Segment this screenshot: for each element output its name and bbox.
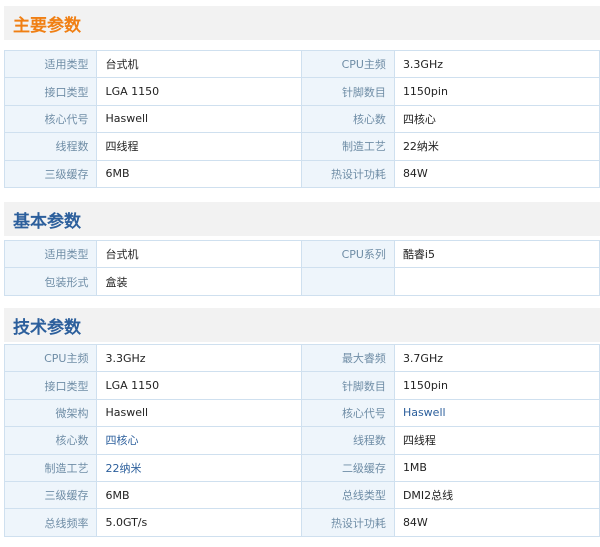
spec-value bbox=[393, 267, 600, 296]
table-row: 适用类型 台式机 CPU系列 酷睿i5 bbox=[3, 239, 600, 269]
spec-value-link[interactable]: 22纳米 bbox=[96, 453, 303, 482]
spec-label: 二级缓存 bbox=[301, 453, 395, 482]
table-row: 微架构 Haswell 核心代号 Haswell bbox=[3, 398, 600, 428]
spec-label: 三级缓存 bbox=[3, 159, 98, 188]
spec-label: 包装形式 bbox=[3, 267, 98, 296]
spec-table-basic: 适用类型 台式机 CPU系列 酷睿i5 包装形式 盒装 bbox=[3, 239, 600, 296]
spec-value: 84W bbox=[393, 159, 600, 188]
spec-value: 四核心 bbox=[393, 104, 600, 134]
spec-label: 核心数 bbox=[301, 104, 395, 134]
spec-label: CPU主频 bbox=[301, 49, 395, 79]
spec-value: 盒装 bbox=[96, 267, 303, 296]
spec-value: LGA 1150 bbox=[96, 77, 303, 106]
spec-value: 6MB bbox=[96, 159, 303, 188]
spec-label: 接口类型 bbox=[3, 371, 98, 400]
spec-label: 接口类型 bbox=[3, 77, 98, 106]
spec-value: 台式机 bbox=[96, 239, 303, 269]
table-row: 包装形式 盒装 bbox=[3, 267, 600, 296]
table-row: CPU主频 3.3GHz 最大睿频 3.7GHz bbox=[3, 343, 600, 373]
spec-value: 台式机 bbox=[96, 49, 303, 79]
spec-label: 热设计功耗 bbox=[301, 508, 395, 537]
table-row: 制造工艺 22纳米 二级缓存 1MB bbox=[3, 453, 600, 482]
table-row: 接口类型 LGA 1150 针脚数目 1150pin bbox=[3, 371, 600, 400]
spec-label: 制造工艺 bbox=[3, 453, 98, 482]
spec-value: 3.7GHz bbox=[393, 343, 600, 373]
spec-label: 针脚数目 bbox=[301, 371, 395, 400]
spec-label bbox=[301, 267, 395, 296]
spec-value: 6MB bbox=[96, 480, 303, 510]
table-row: 总线频率 5.0GT/s 热设计功耗 84W bbox=[3, 508, 600, 537]
spec-label: 总线频率 bbox=[3, 508, 98, 537]
spec-label: 线程数 bbox=[301, 426, 395, 455]
spec-label: CPU系列 bbox=[301, 239, 395, 269]
spec-label: CPU主频 bbox=[3, 343, 98, 373]
section-title-basic: 基本参数 bbox=[4, 202, 600, 236]
spec-label: 三级缓存 bbox=[3, 480, 98, 510]
spec-label: 适用类型 bbox=[3, 239, 98, 269]
spec-label: 核心代号 bbox=[3, 104, 98, 134]
spec-value-link[interactable]: 四核心 bbox=[96, 426, 303, 455]
spec-value: 1150pin bbox=[393, 371, 600, 400]
table-row: 接口类型 LGA 1150 针脚数目 1150pin bbox=[3, 77, 600, 106]
table-row: 核心数 四核心 线程数 四线程 bbox=[3, 426, 600, 455]
spec-value: 酷睿i5 bbox=[393, 239, 600, 269]
spec-label: 微架构 bbox=[3, 398, 98, 428]
spec-label: 核心代号 bbox=[301, 398, 395, 428]
spec-label: 适用类型 bbox=[3, 49, 98, 79]
table-row: 三级缓存 6MB 总线类型 DMI2总线 bbox=[3, 480, 600, 510]
spec-label: 热设计功耗 bbox=[301, 159, 395, 188]
table-row: 核心代号 Haswell 核心数 四核心 bbox=[3, 104, 600, 134]
spec-value: Haswell bbox=[96, 104, 303, 134]
spec-value: 5.0GT/s bbox=[96, 508, 303, 537]
spec-value: 22纳米 bbox=[393, 132, 600, 161]
spec-table-tech: CPU主频 3.3GHz 最大睿频 3.7GHz 接口类型 LGA 1150 针… bbox=[3, 343, 600, 537]
table-row: 三级缓存 6MB 热设计功耗 84W bbox=[3, 159, 600, 188]
spec-label: 最大睿频 bbox=[301, 343, 395, 373]
table-row: 适用类型 台式机 CPU主频 3.3GHz bbox=[3, 49, 600, 79]
spec-value: 3.3GHz bbox=[393, 49, 600, 79]
spec-value: 四线程 bbox=[96, 132, 303, 161]
spec-value: Haswell bbox=[96, 398, 303, 428]
spec-value-link[interactable]: Haswell bbox=[393, 398, 600, 428]
table-row: 线程数 四线程 制造工艺 22纳米 bbox=[3, 132, 600, 161]
spec-value: 84W bbox=[393, 508, 600, 537]
section-title-main: 主要参数 bbox=[4, 6, 600, 40]
spec-label: 线程数 bbox=[3, 132, 98, 161]
spec-value: DMI2总线 bbox=[393, 480, 600, 510]
spec-value: 1150pin bbox=[393, 77, 600, 106]
spec-label: 总线类型 bbox=[301, 480, 395, 510]
spec-value: 四线程 bbox=[393, 426, 600, 455]
spec-label: 针脚数目 bbox=[301, 77, 395, 106]
spec-table-main: 适用类型 台式机 CPU主频 3.3GHz 接口类型 LGA 1150 针脚数目… bbox=[3, 49, 600, 188]
spec-label: 核心数 bbox=[3, 426, 98, 455]
spec-label: 制造工艺 bbox=[301, 132, 395, 161]
spec-value: 1MB bbox=[393, 453, 600, 482]
spec-value: LGA 1150 bbox=[96, 371, 303, 400]
section-title-tech: 技术参数 bbox=[4, 308, 600, 342]
spec-value: 3.3GHz bbox=[96, 343, 303, 373]
